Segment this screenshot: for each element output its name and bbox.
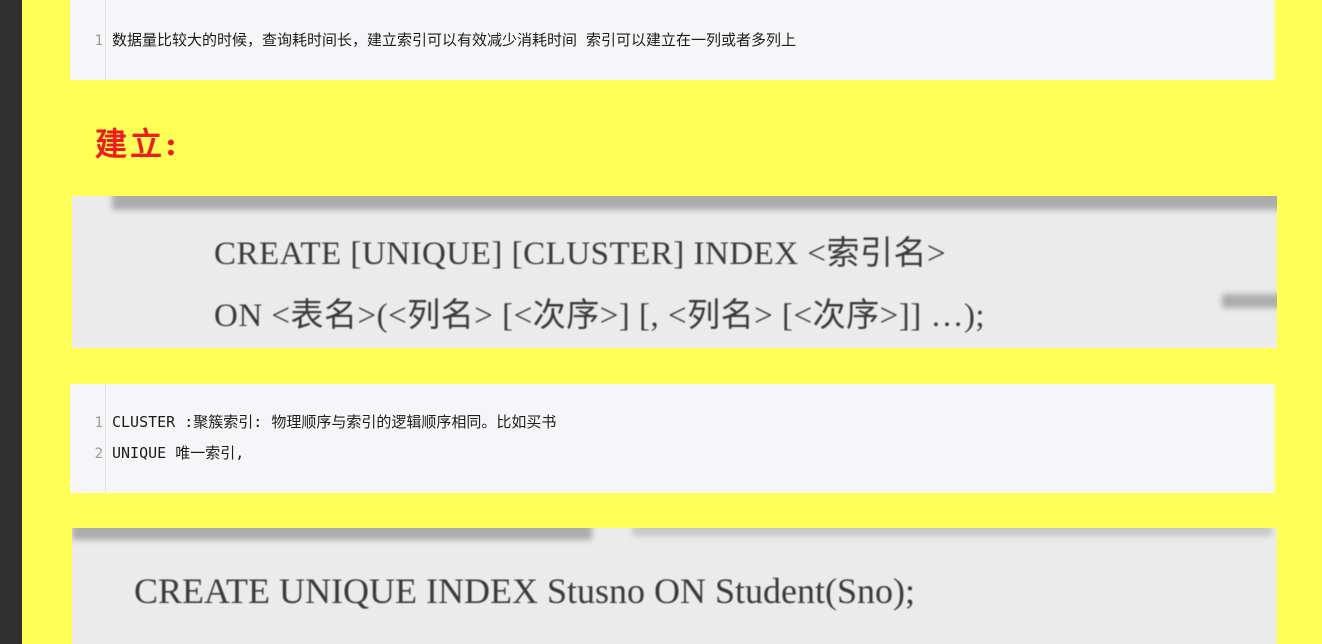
syntax-line-on: ON <表名>(<列名> [<次序>] [, <列名> [<次序>]] …); [214, 298, 986, 334]
line-number: 2 [94, 446, 103, 462]
section-heading: 建立: [95, 125, 180, 163]
example-scanned-image: CREATE UNIQUE INDEX Stusno ON Student(Sn… [72, 528, 1277, 644]
code-text: 数据量比较大的时候，查询耗时间长，建立索引可以有效减少消耗时间 索引可以建立在一… [112, 31, 797, 49]
code-text: UNIQUE 唯一索引, [112, 444, 245, 462]
cropped-text-fragment [112, 196, 1277, 210]
code-line: 2 UNIQUE 唯一索引, [70, 442, 245, 464]
cropped-text-fragment [632, 528, 1272, 536]
code-line: 1 数据量比较大的时候，查询耗时间长，建立索引可以有效减少消耗时间 索引可以建立在… [70, 29, 796, 51]
line-number-gutter [70, 384, 106, 493]
cropped-text-fragment [1222, 294, 1277, 308]
code-block-intro[interactable]: 1 数据量比较大的时候，查询耗时间长，建立索引可以有效减少消耗时间 索引可以建立在… [70, 0, 1275, 80]
syntax-scanned-image: CREATE [UNIQUE] [CLUSTER] INDEX <索引名> ON… [72, 196, 1277, 348]
line-number: 1 [94, 415, 103, 431]
code-block-notes[interactable]: 1 CLUSTER :聚簇索引: 物理顺序与索引的逻辑顺序相同。比如买书 2 UNI… [70, 384, 1275, 493]
syntax-line-create: CREATE [UNIQUE] [CLUSTER] INDEX <索引名> [214, 236, 947, 272]
cropped-text-fragment [72, 528, 592, 540]
code-line: 1 CLUSTER :聚簇索引: 物理顺序与索引的逻辑顺序相同。比如买书 [70, 411, 557, 433]
left-window-edge [0, 0, 22, 644]
line-number: 1 [94, 33, 103, 49]
code-text: CLUSTER :聚簇索引: 物理顺序与索引的逻辑顺序相同。比如买书 [112, 413, 557, 431]
example-line: CREATE UNIQUE INDEX Stusno ON Student(Sn… [134, 571, 915, 611]
